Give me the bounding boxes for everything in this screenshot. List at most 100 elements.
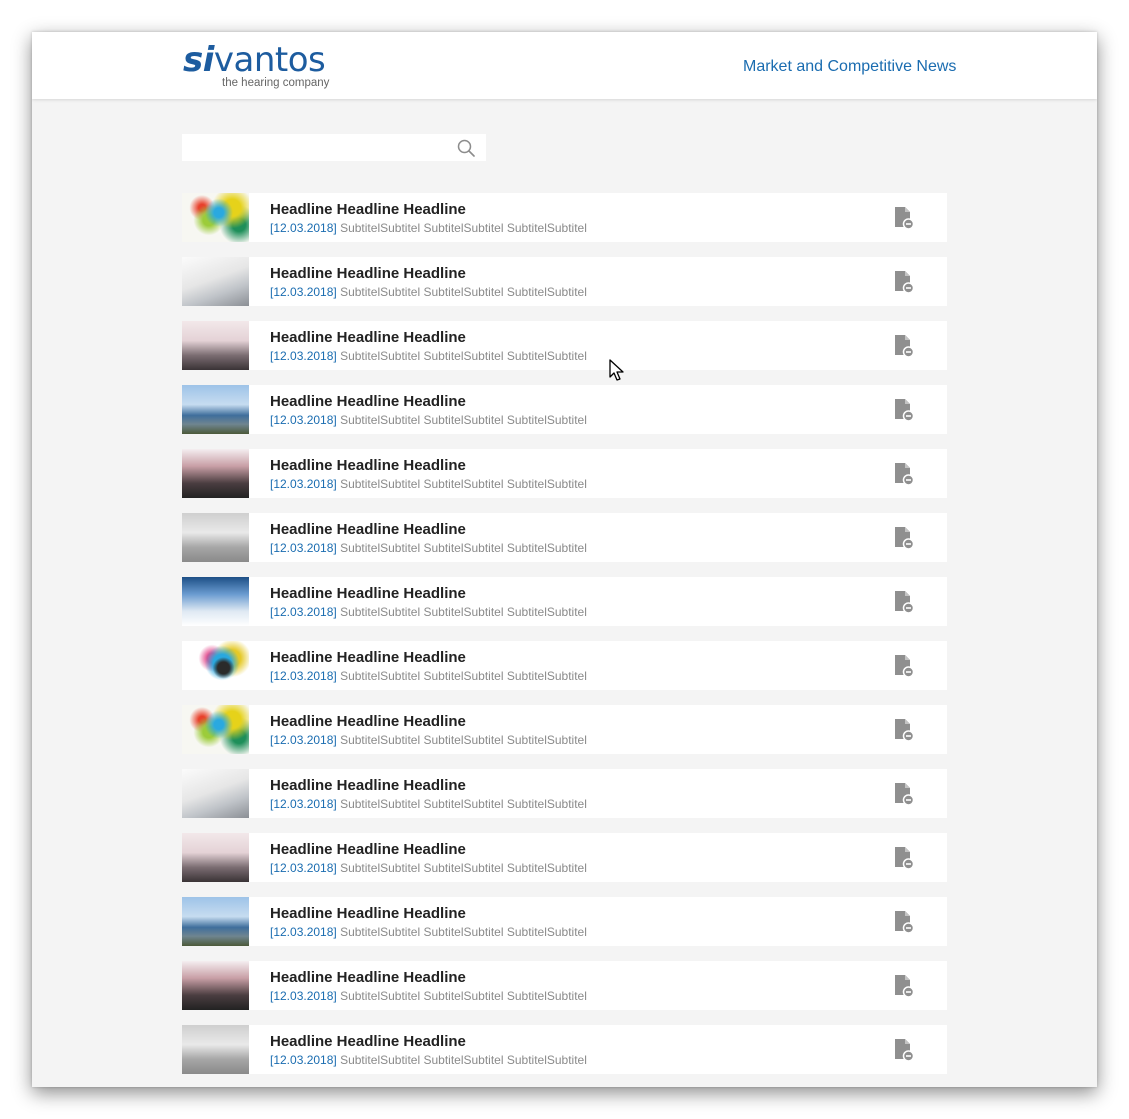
news-subline: [12.03.2018] SubtitelSubtitel SubtitelSu… [270, 541, 587, 555]
news-headline[interactable]: Headline Headline Headline [270, 1033, 466, 1050]
news-list-item[interactable]: Headline Headline Headline [12.03.2018] S… [182, 449, 947, 498]
document-icon[interactable] [893, 910, 915, 934]
news-subtitle: SubtitelSubtitel SubtitelSubtitel Subtit… [340, 989, 587, 1003]
news-date: [12.03.2018] [270, 1053, 337, 1067]
news-list: Headline Headline Headline [12.03.2018] S… [182, 193, 947, 1087]
news-headline[interactable]: Headline Headline Headline [270, 905, 466, 922]
document-icon[interactable] [893, 846, 915, 870]
news-list-item[interactable]: Headline Headline Headline [12.03.2018] S… [182, 321, 947, 370]
news-date: [12.03.2018] [270, 413, 337, 427]
news-subline: [12.03.2018] SubtitelSubtitel SubtitelSu… [270, 989, 587, 1003]
document-icon[interactable] [893, 654, 915, 678]
news-list-item[interactable]: Headline Headline Headline [12.03.2018] S… [182, 577, 947, 626]
site-header: sivantos the hearing company Market and … [32, 32, 1097, 99]
news-subtitle: SubtitelSubtitel SubtitelSubtitel Subtit… [340, 285, 587, 299]
news-subtitle: SubtitelSubtitel SubtitelSubtitel Subtit… [340, 541, 587, 555]
news-thumbnail[interactable] [182, 193, 249, 242]
news-headline[interactable]: Headline Headline Headline [270, 841, 466, 858]
logo-wordmark: sivantos [183, 40, 326, 80]
news-thumbnail[interactable] [182, 641, 249, 690]
news-thumbnail[interactable] [182, 705, 249, 754]
news-list-item[interactable]: Headline Headline Headline [12.03.2018] S… [182, 705, 947, 754]
news-thumbnail[interactable] [182, 833, 249, 882]
news-subtitle: SubtitelSubtitel SubtitelSubtitel Subtit… [340, 477, 587, 491]
document-icon[interactable] [893, 974, 915, 998]
sivantos-logo[interactable]: sivantos the hearing company [183, 42, 343, 92]
news-thumbnail[interactable] [182, 513, 249, 562]
news-list-item[interactable]: Headline Headline Headline [12.03.2018] S… [182, 897, 947, 946]
news-thumbnail[interactable] [182, 897, 249, 946]
news-subtitle: SubtitelSubtitel SubtitelSubtitel Subtit… [340, 669, 587, 683]
news-subtitle: SubtitelSubtitel SubtitelSubtitel Subtit… [340, 349, 587, 363]
news-headline[interactable]: Headline Headline Headline [270, 649, 466, 666]
news-subtitle: SubtitelSubtitel SubtitelSubtitel Subtit… [340, 1053, 587, 1067]
news-list-item[interactable]: Headline Headline Headline [12.03.2018] S… [182, 193, 947, 242]
news-thumbnail[interactable] [182, 1025, 249, 1074]
news-subtitle: SubtitelSubtitel SubtitelSubtitel Subtit… [340, 605, 587, 619]
news-headline[interactable]: Headline Headline Headline [270, 393, 466, 410]
news-thumbnail[interactable] [182, 961, 249, 1010]
news-subline: [12.03.2018] SubtitelSubtitel SubtitelSu… [270, 861, 587, 875]
news-date: [12.03.2018] [270, 221, 337, 235]
news-date: [12.03.2018] [270, 605, 337, 619]
news-headline[interactable]: Headline Headline Headline [270, 585, 466, 602]
news-headline[interactable]: Headline Headline Headline [270, 201, 466, 218]
news-thumbnail[interactable] [182, 321, 249, 370]
search-icon[interactable] [457, 139, 475, 157]
news-date: [12.03.2018] [270, 669, 337, 683]
news-subline: [12.03.2018] SubtitelSubtitel SubtitelSu… [270, 477, 587, 491]
news-list-item[interactable]: Headline Headline Headline [12.03.2018] S… [182, 769, 947, 818]
news-headline[interactable]: Headline Headline Headline [270, 457, 466, 474]
news-subline: [12.03.2018] SubtitelSubtitel SubtitelSu… [270, 413, 587, 427]
news-date: [12.03.2018] [270, 285, 337, 299]
news-list-item[interactable]: Headline Headline Headline [12.03.2018] S… [182, 641, 947, 690]
news-headline[interactable]: Headline Headline Headline [270, 329, 466, 346]
search-input[interactable] [182, 134, 458, 161]
document-icon[interactable] [893, 590, 915, 614]
document-icon[interactable] [893, 334, 915, 358]
news-subtitle: SubtitelSubtitel SubtitelSubtitel Subtit… [340, 925, 587, 939]
news-headline[interactable]: Headline Headline Headline [270, 521, 466, 538]
news-subline: [12.03.2018] SubtitelSubtitel SubtitelSu… [270, 669, 587, 683]
news-thumbnail[interactable] [182, 257, 249, 306]
news-thumbnail[interactable] [182, 449, 249, 498]
news-subline: [12.03.2018] SubtitelSubtitel SubtitelSu… [270, 285, 587, 299]
news-subline: [12.03.2018] SubtitelSubtitel SubtitelSu… [270, 797, 587, 811]
news-list-item[interactable]: Headline Headline Headline [12.03.2018] S… [182, 513, 947, 562]
news-subline: [12.03.2018] SubtitelSubtitel SubtitelSu… [270, 605, 587, 619]
document-icon[interactable] [893, 1038, 915, 1062]
document-icon[interactable] [893, 526, 915, 550]
news-subtitle: SubtitelSubtitel SubtitelSubtitel Subtit… [340, 733, 587, 747]
news-headline[interactable]: Headline Headline Headline [270, 265, 466, 282]
news-list-item[interactable]: Headline Headline Headline [12.03.2018] S… [182, 833, 947, 882]
news-thumbnail[interactable] [182, 769, 249, 818]
news-list-item[interactable]: Headline Headline Headline [12.03.2018] S… [182, 385, 947, 434]
search-box[interactable] [182, 134, 486, 161]
news-date: [12.03.2018] [270, 733, 337, 747]
document-icon[interactable] [893, 206, 915, 230]
news-date: [12.03.2018] [270, 861, 337, 875]
news-thumbnail[interactable] [182, 577, 249, 626]
market-news-link[interactable]: Market and Competitive News [743, 58, 956, 76]
document-icon[interactable] [893, 270, 915, 294]
document-icon[interactable] [893, 398, 915, 422]
news-headline[interactable]: Headline Headline Headline [270, 777, 466, 794]
news-list-item[interactable]: Headline Headline Headline [12.03.2018] S… [182, 1025, 947, 1074]
document-icon[interactable] [893, 782, 915, 806]
news-subtitle: SubtitelSubtitel SubtitelSubtitel Subtit… [340, 797, 587, 811]
news-headline[interactable]: Headline Headline Headline [270, 969, 466, 986]
document-icon[interactable] [893, 718, 915, 742]
news-subtitle: SubtitelSubtitel SubtitelSubtitel Subtit… [340, 861, 587, 875]
news-list-item[interactable]: Headline Headline Headline [12.03.2018] S… [182, 257, 947, 306]
document-icon[interactable] [893, 462, 915, 486]
news-headline[interactable]: Headline Headline Headline [270, 713, 466, 730]
news-subline: [12.03.2018] SubtitelSubtitel SubtitelSu… [270, 221, 587, 235]
news-subline: [12.03.2018] SubtitelSubtitel SubtitelSu… [270, 733, 587, 747]
news-date: [12.03.2018] [270, 541, 337, 555]
news-thumbnail[interactable] [182, 385, 249, 434]
news-date: [12.03.2018] [270, 925, 337, 939]
browser-window: sivantos the hearing company Market and … [32, 32, 1097, 1087]
news-list-item[interactable]: Headline Headline Headline [12.03.2018] S… [182, 961, 947, 1010]
news-subline: [12.03.2018] SubtitelSubtitel SubtitelSu… [270, 925, 587, 939]
mouse-cursor-icon [609, 359, 624, 381]
